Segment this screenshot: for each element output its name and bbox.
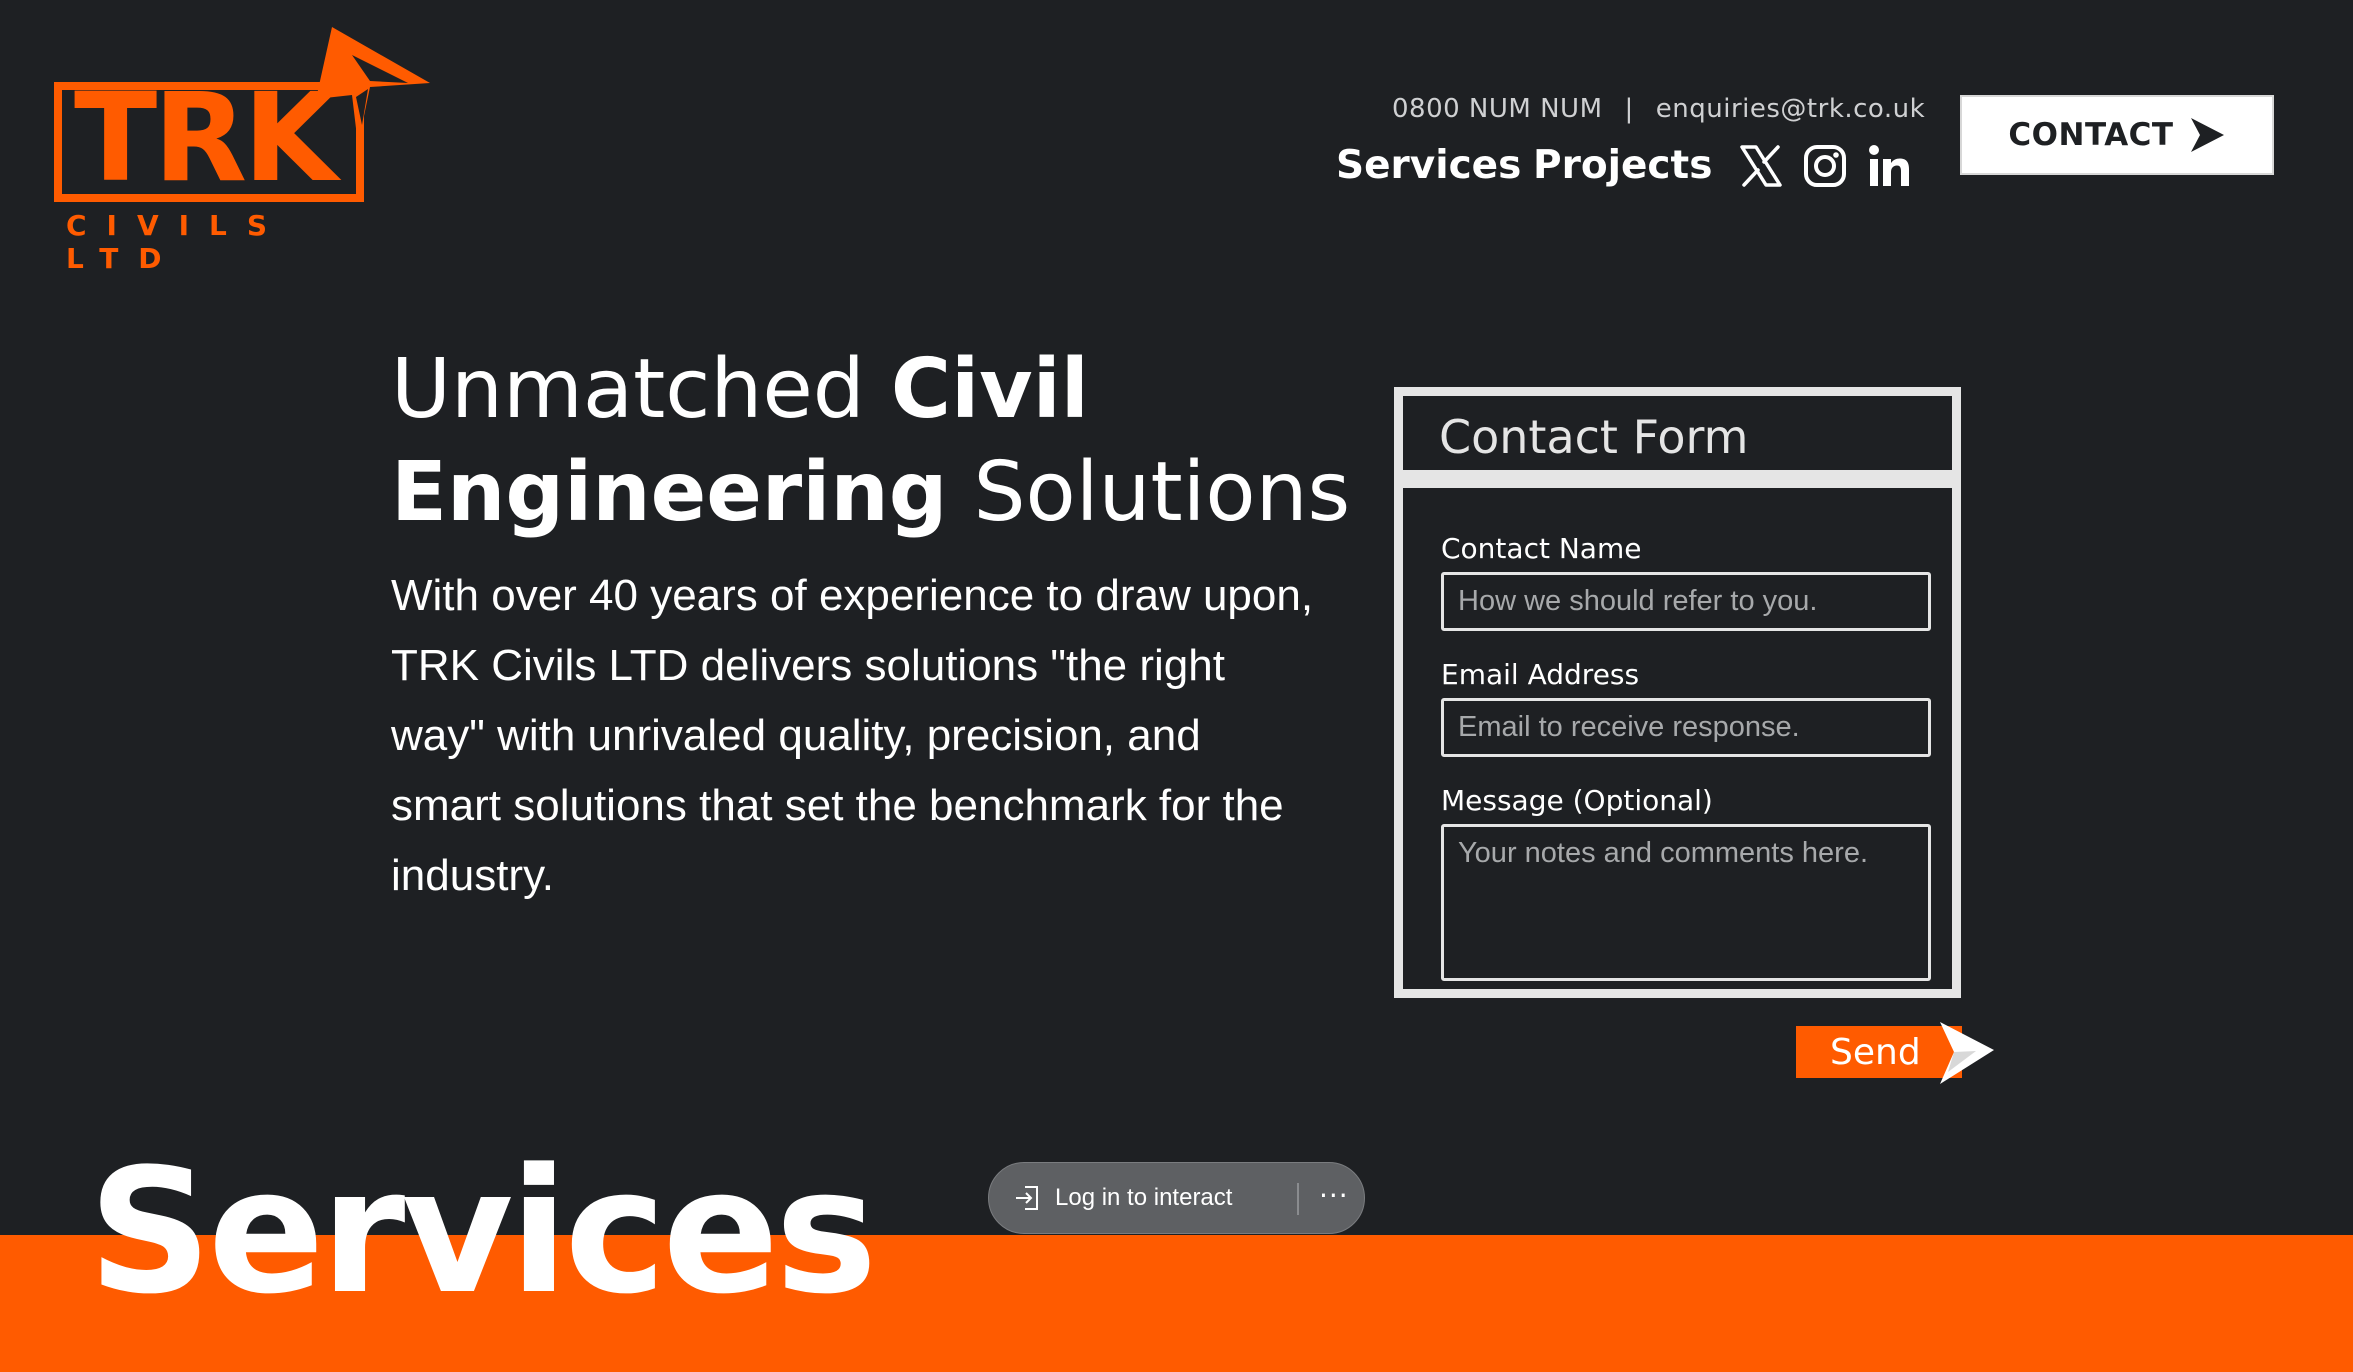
email-link[interactable]: enquiries@trk.co.uk	[1656, 94, 1925, 124]
login-icon	[1016, 1186, 1038, 1210]
more-options-icon[interactable]: ···	[1319, 1179, 1349, 1212]
phone-number[interactable]: 0800 NUM NUM	[1392, 94, 1603, 124]
header-separator: |	[1624, 94, 1634, 124]
logo-subtitle: CIVILS LTD	[66, 209, 288, 275]
hero-title: Unmatched Civil Engineering Solutions	[391, 338, 1350, 544]
contact-button-label: CONTACT	[2008, 117, 2174, 153]
x-icon[interactable]	[1738, 143, 1784, 189]
header-contact-line: 0800 NUM NUM | enquiries@trk.co.uk	[1392, 94, 1925, 124]
arrow-right-icon	[2190, 118, 2224, 152]
services-heading: Services	[88, 1131, 877, 1332]
trk-logo[interactable]: TRK CIVILS LTD	[52, 25, 432, 275]
pill-divider	[1297, 1183, 1299, 1215]
hero-title-part2: Civil	[890, 342, 1089, 437]
login-to-interact-pill[interactable]: Log in to interact ···	[988, 1162, 1365, 1234]
instagram-icon[interactable]	[1802, 143, 1848, 189]
paper-plane-icon	[1940, 1022, 1994, 1084]
contact-form: Contact Name Email Address Message (Opti…	[1394, 479, 1961, 998]
email-address-input[interactable]	[1441, 698, 1931, 757]
message-label: Message (Optional)	[1441, 784, 1713, 817]
paper-plane-icon	[316, 27, 430, 145]
hero-title-part4: Solutions	[947, 445, 1351, 540]
contact-name-input[interactable]	[1441, 572, 1931, 631]
contact-name-label: Contact Name	[1441, 532, 1642, 565]
contact-form-title: Contact Form	[1439, 410, 1749, 464]
hero-description: With over 40 years of experience to draw…	[391, 571, 1314, 900]
email-address-label: Email Address	[1441, 658, 1640, 691]
logo-text: TRK	[74, 67, 338, 209]
hero-title-part3: Engineering	[391, 445, 948, 540]
contact-form-header: Contact Form	[1394, 387, 1961, 479]
message-textarea[interactable]	[1441, 824, 1931, 981]
page: TRK CIVILS LTD 0800 NUM NUM | enquiries@tr…	[0, 0, 2353, 1372]
nav-projects-link[interactable]: Projects	[1533, 143, 1712, 188]
login-label: Log in to interact	[1055, 1184, 1233, 1211]
nav-services-link[interactable]: Services	[1336, 143, 1521, 188]
contact-button[interactable]: CONTACT	[1960, 95, 2274, 175]
linkedin-icon[interactable]	[1866, 143, 1912, 189]
hero-title-part1: Unmatched	[391, 342, 891, 437]
send-button-label: Send	[1830, 1031, 1921, 1073]
